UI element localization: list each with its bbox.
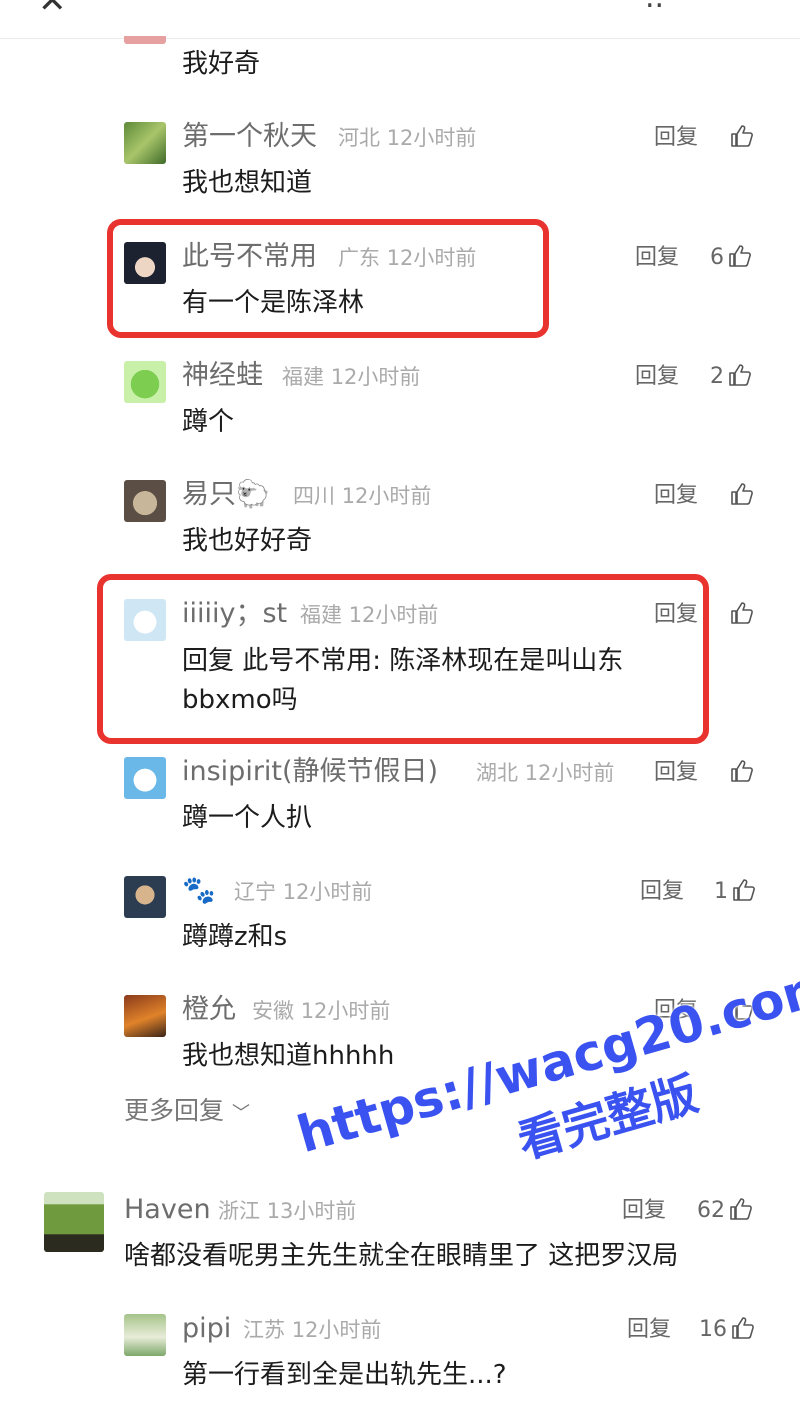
thumbs-up-icon bbox=[731, 760, 753, 782]
comment-location: 江苏 bbox=[243, 1318, 285, 1342]
comment-content: 有一个是陈泽林 bbox=[182, 288, 365, 318]
like-button[interactable] bbox=[730, 598, 754, 632]
thumbs-up-icon bbox=[733, 879, 755, 901]
like-count: 6 bbox=[710, 245, 724, 270]
comment-meta: 福建 12小时前 bbox=[282, 360, 420, 394]
comment-location: 安徽 bbox=[252, 999, 294, 1023]
avatar[interactable] bbox=[124, 242, 166, 284]
avatar[interactable] bbox=[124, 757, 166, 799]
comment-username[interactable]: 橙允 bbox=[182, 993, 236, 1027]
reply-button[interactable]: 回复 bbox=[654, 756, 698, 790]
comment-location: 福建 bbox=[282, 365, 324, 389]
thumbs-up-icon bbox=[732, 1317, 754, 1339]
comment-username[interactable]: pipi bbox=[182, 1312, 231, 1346]
comment-content: 啥都没看呢男主先生就全在眼睛里了 这把罗汉局 bbox=[124, 1241, 679, 1271]
comment-content: 我也想知道 bbox=[182, 168, 313, 198]
reply-button[interactable]: 回复 bbox=[635, 241, 679, 275]
avatar[interactable] bbox=[124, 599, 166, 641]
comment-location: 辽宁 bbox=[234, 880, 276, 904]
comment-location: 河北 bbox=[338, 126, 380, 150]
reply-button[interactable]: 回复 bbox=[622, 1194, 666, 1228]
like-button[interactable]: 1 bbox=[714, 875, 756, 909]
comment-location: 湖北 bbox=[476, 761, 518, 785]
more-replies-link[interactable]: 更多回复 ﹀ bbox=[124, 1094, 250, 1131]
thumbs-up-icon bbox=[731, 125, 753, 147]
thumbs-up-icon bbox=[729, 364, 751, 386]
comment-time: 12小时前 bbox=[341, 484, 432, 508]
comment-username[interactable]: 第一个秋天 bbox=[182, 120, 317, 154]
reply-button[interactable]: 回复 bbox=[654, 598, 698, 632]
comment-meta: 辽宁 12小时前 bbox=[234, 875, 372, 909]
comment-time: 12小时前 bbox=[282, 880, 373, 904]
thumbs-up-icon bbox=[731, 483, 753, 505]
comment-username[interactable]: insipirit(静候节假日) bbox=[182, 755, 438, 789]
comment-username[interactable]: 神经蛙 bbox=[182, 359, 263, 393]
avatar[interactable] bbox=[44, 1192, 104, 1252]
comment-location: 广东 bbox=[338, 246, 380, 270]
comment-meta: 江苏 12小时前 bbox=[243, 1313, 381, 1347]
thumbs-up-icon bbox=[731, 602, 753, 624]
reply-button[interactable]: 回复 bbox=[640, 875, 684, 909]
like-button[interactable] bbox=[730, 756, 754, 790]
comment-content: 蹲个 bbox=[182, 407, 235, 437]
comment-meta: 安徽 12小时前 bbox=[252, 994, 390, 1028]
thumbs-up-icon bbox=[730, 1198, 752, 1220]
comment-time: 12小时前 bbox=[330, 365, 421, 389]
comment-time: 12小时前 bbox=[300, 999, 391, 1023]
comment-content: bbxmo吗 bbox=[182, 685, 298, 715]
comment-meta: 河北 12小时前 bbox=[338, 121, 476, 155]
avatar[interactable] bbox=[124, 122, 166, 164]
avatar[interactable] bbox=[124, 36, 166, 44]
avatar[interactable] bbox=[124, 876, 166, 918]
reply-button[interactable]: 回复 bbox=[654, 479, 698, 513]
like-button[interactable] bbox=[730, 479, 754, 513]
comment-content: 第一行看到全是出轨先生...? bbox=[182, 1360, 507, 1390]
comment-username[interactable]: 此号不常用 bbox=[182, 240, 317, 274]
comment-content: 我好奇 bbox=[182, 49, 261, 79]
thumbs-up-icon bbox=[729, 245, 751, 267]
watermark: https://wacg20.com 看完整版 bbox=[280, 927, 800, 1224]
comment-time: 12小时前 bbox=[386, 246, 477, 270]
chevron-down-icon: ﹀ bbox=[231, 1103, 250, 1124]
comment-content: 蹲蹲z和s bbox=[182, 922, 288, 952]
like-button[interactable]: 16 bbox=[699, 1313, 755, 1347]
comment-content: 蹲一个人扒 bbox=[182, 803, 313, 833]
like-count: 62 bbox=[697, 1198, 725, 1223]
like-count: 16 bbox=[699, 1317, 727, 1342]
comment-username[interactable]: 🐾 bbox=[182, 874, 216, 908]
comment-time: 12小时前 bbox=[348, 603, 439, 627]
like-button[interactable]: 6 bbox=[710, 241, 752, 275]
avatar[interactable] bbox=[124, 1314, 166, 1356]
comment-location: 四川 bbox=[293, 484, 335, 508]
avatar[interactable] bbox=[124, 480, 166, 522]
comment-username[interactable]: iiiiiy；st bbox=[182, 597, 287, 631]
comment-meta: 四川 12小时前 bbox=[293, 479, 431, 513]
more-replies-label: 更多回复 bbox=[124, 1096, 225, 1125]
like-count: 2 bbox=[710, 364, 724, 389]
comment-content: 我也好好奇 bbox=[182, 526, 313, 556]
comment-time: 12小时前 bbox=[524, 761, 615, 785]
comment-meta: 湖北 12小时前 bbox=[476, 756, 614, 790]
like-button[interactable]: 2 bbox=[710, 360, 752, 394]
comment-time: 12小时前 bbox=[291, 1318, 382, 1342]
like-button[interactable] bbox=[730, 121, 754, 155]
avatar[interactable] bbox=[124, 361, 166, 403]
comment-location: 浙江 bbox=[218, 1199, 260, 1223]
reply-button[interactable]: 回复 bbox=[654, 121, 698, 155]
like-button[interactable]: 62 bbox=[697, 1194, 753, 1228]
comment-location: 福建 bbox=[300, 603, 342, 627]
reply-button[interactable]: 回复 bbox=[627, 1313, 671, 1347]
more-icon[interactable]: ⁝⁝ bbox=[645, 0, 664, 14]
comment-content: 回复 此号不常用: 陈泽林现在是叫山东 bbox=[182, 646, 624, 676]
avatar[interactable] bbox=[124, 995, 166, 1037]
reply-button[interactable]: 回复 bbox=[635, 360, 679, 394]
comment-time: 12小时前 bbox=[386, 126, 477, 150]
comment-username[interactable]: Haven bbox=[124, 1193, 211, 1227]
comment-meta: 广东 12小时前 bbox=[338, 241, 476, 275]
comment-meta: 福建 12小时前 bbox=[300, 598, 438, 632]
like-count: 1 bbox=[714, 879, 728, 904]
top-bar: ✕ ⁝⁝ bbox=[0, 0, 800, 39]
comment-username[interactable]: 易只🐑 bbox=[182, 478, 270, 512]
close-icon[interactable]: ✕ bbox=[38, 0, 67, 18]
